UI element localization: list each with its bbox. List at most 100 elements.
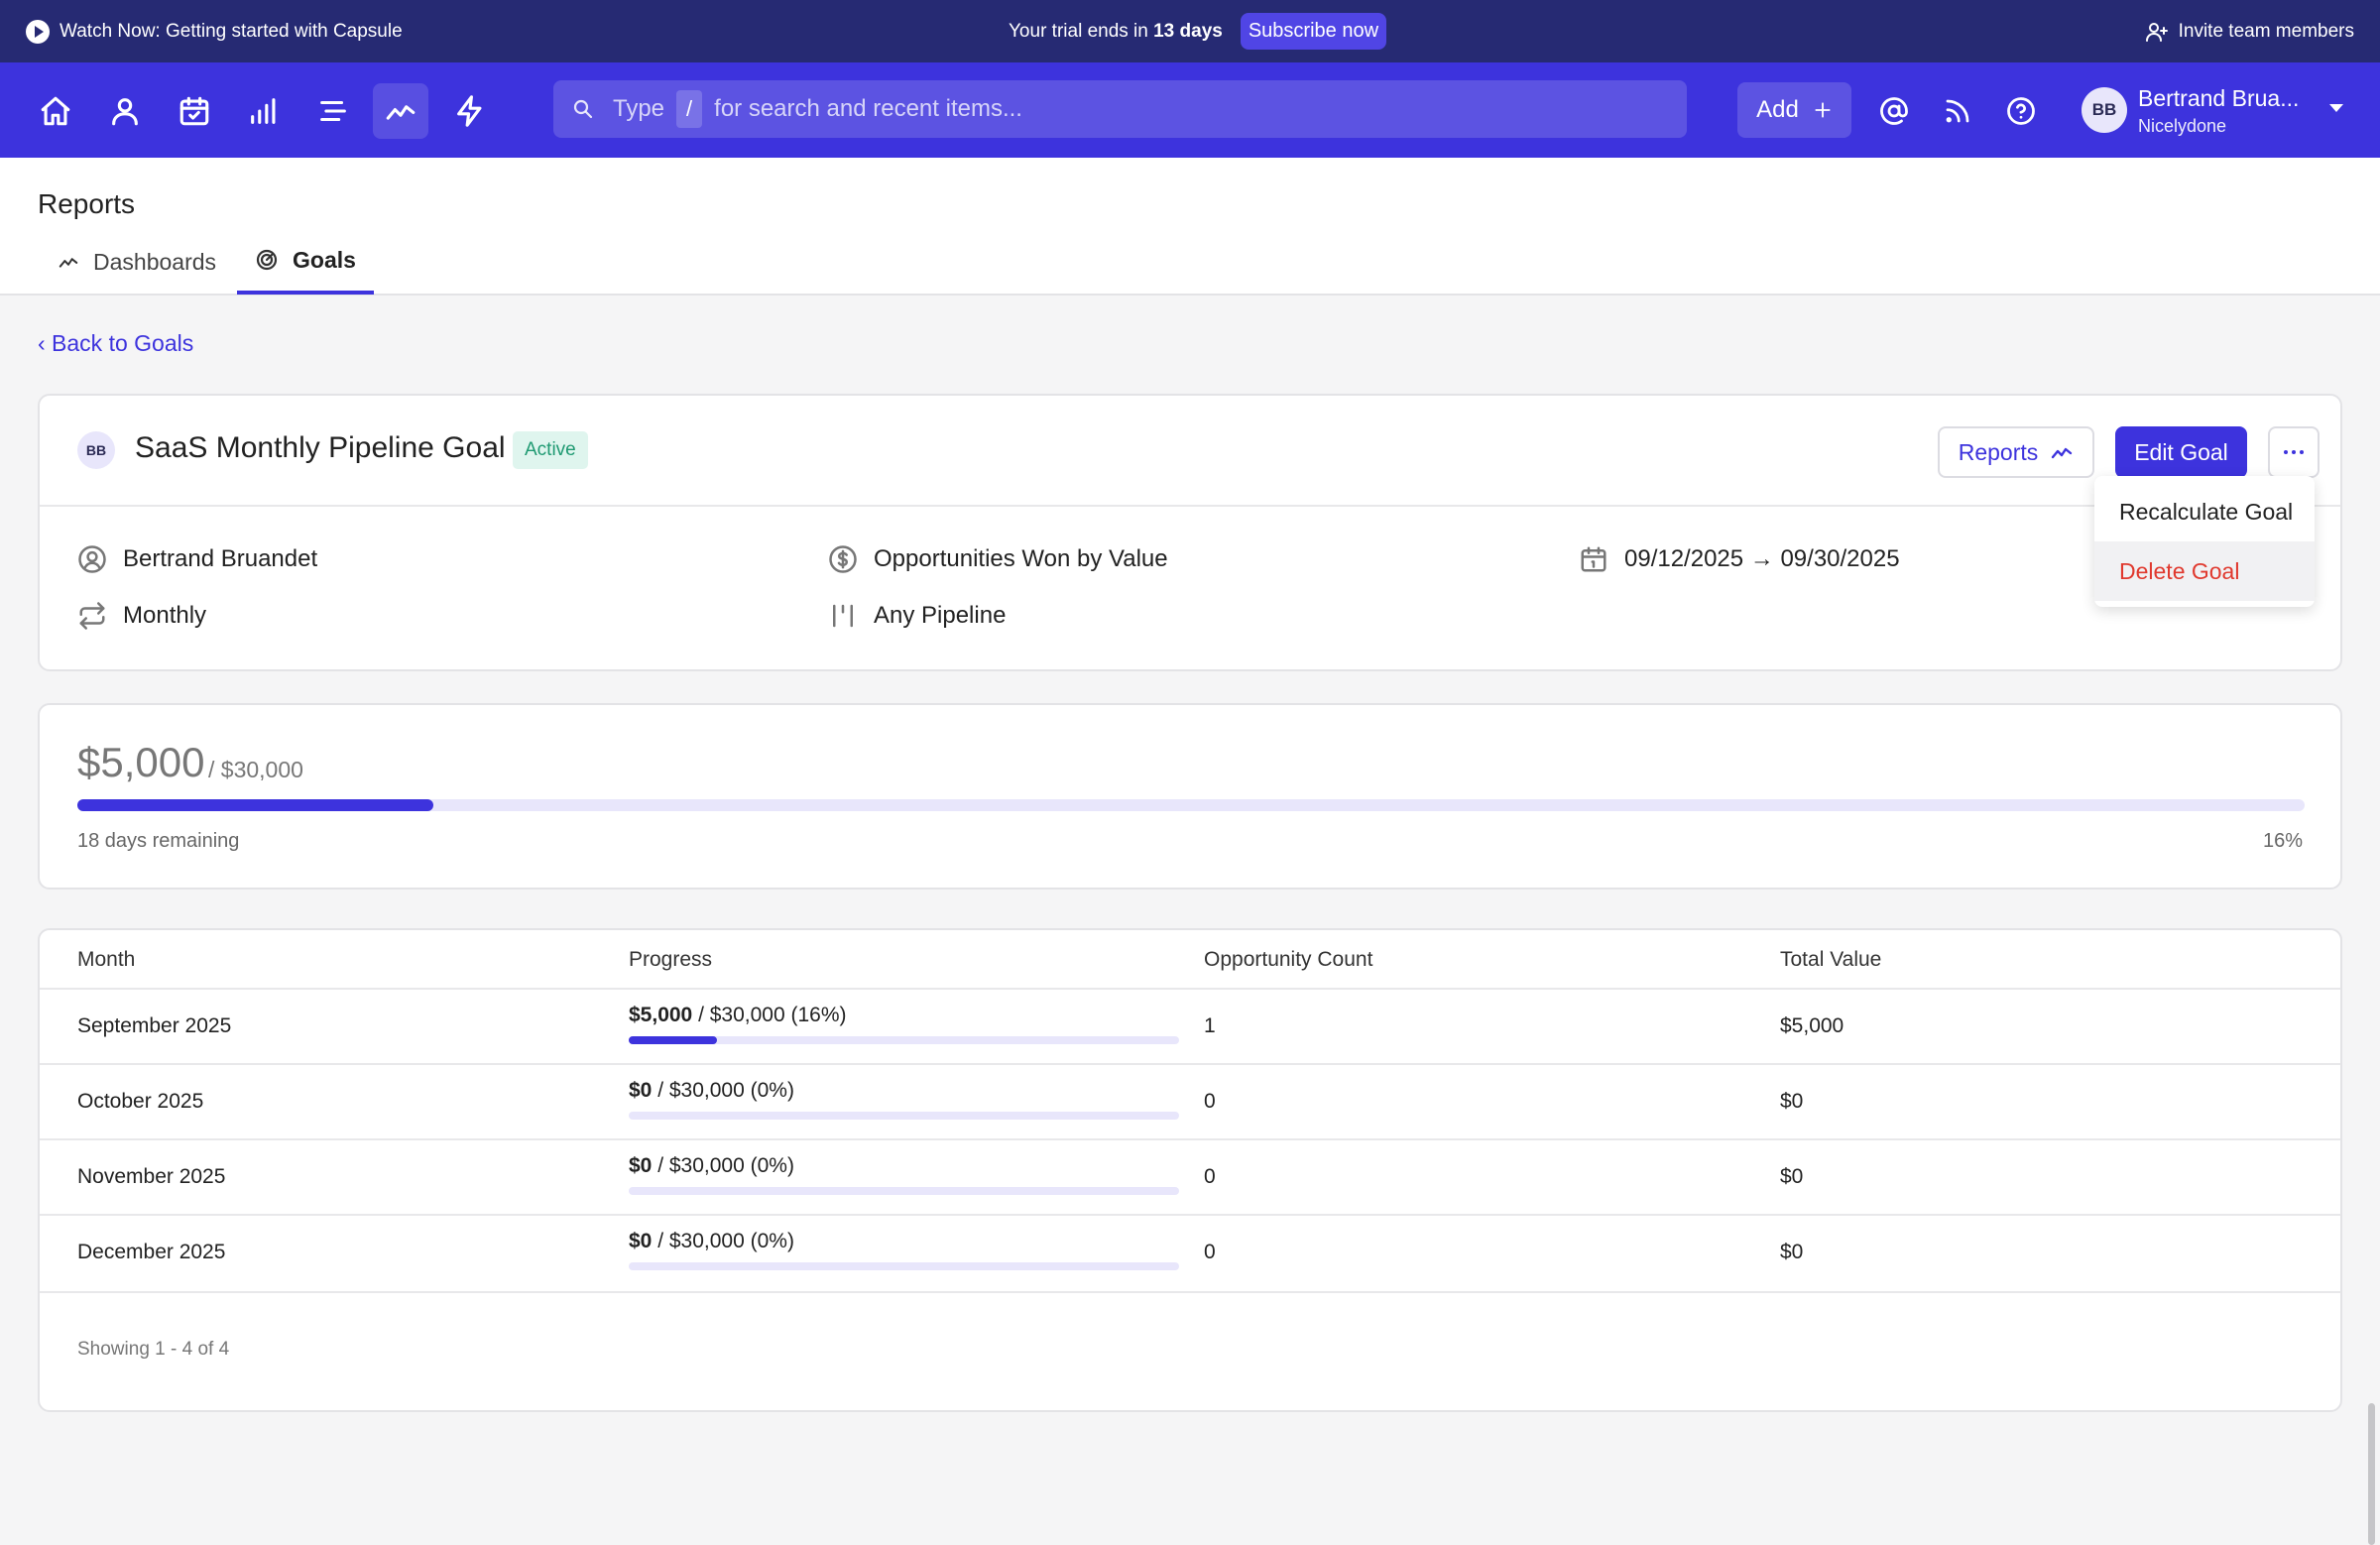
search-icon	[573, 99, 593, 119]
nav-workflow[interactable]	[442, 83, 498, 139]
nav-pipeline[interactable]	[236, 83, 292, 139]
user-circle-icon	[78, 545, 106, 573]
table-row: November 2025 $0 / $30,000 (0%) 0 $0	[40, 1138, 2340, 1214]
value-cell: $0	[1780, 1241, 1804, 1263]
user-menu[interactable]: Bertrand Brua... Nicelydone	[2138, 85, 2299, 137]
value-cell: $5,000	[1780, 1014, 1844, 1037]
goal-owner-name: Bertrand Bruandet	[123, 545, 318, 572]
page-header: Reports Dashboards Goals	[0, 158, 2380, 296]
nav-calendar[interactable]	[167, 83, 222, 139]
subscribe-button[interactable]: Subscribe now	[1240, 13, 1387, 50]
progress-cell: $0 / $30,000 (0%)	[629, 1079, 794, 1102]
trend-line-icon	[2052, 447, 2073, 459]
goal-details-card: BB SaaS Monthly Pipeline Goal Active Rep…	[38, 394, 2342, 671]
month-cell: December 2025	[77, 1241, 226, 1263]
trend-line-icon	[386, 105, 416, 120]
monthly-breakdown-table: Month Progress Opportunity Count Total V…	[38, 928, 2342, 1412]
dollar-circle-icon	[829, 545, 857, 573]
chevron-down-icon[interactable]	[2329, 104, 2343, 112]
goal-date-range: 09/12/2025 → 09/30/2025	[1579, 544, 1900, 574]
goal-date-range-label: 09/12/2025 → 09/30/2025	[1624, 545, 1900, 572]
invite-label: Invite team members	[2178, 20, 2354, 42]
nav-projects[interactable]	[305, 83, 361, 139]
page-title: Reports	[38, 188, 136, 219]
help-icon	[2007, 97, 2035, 125]
mentions-button[interactable]	[1866, 83, 1922, 139]
nav-reports[interactable]	[373, 83, 428, 139]
watch-now-label: Watch Now: Getting started with Capsule	[60, 20, 403, 42]
goal-frequency: Monthly	[77, 601, 206, 631]
page-scrollbar[interactable]	[2368, 1403, 2375, 1545]
goal-pipeline-label: Any Pipeline	[874, 602, 1007, 629]
trial-notice: Your trial ends in 13 days Subscribe now	[1009, 0, 1387, 62]
goal-pipeline: Any Pipeline	[828, 601, 1006, 631]
nav-people[interactable]	[97, 83, 153, 139]
search-input[interactable]: Type / for search and recent items...	[553, 80, 1687, 138]
target-icon	[256, 249, 278, 271]
count-cell: 0	[1204, 1165, 1216, 1188]
status-badge: Active	[513, 431, 588, 469]
more-options-button[interactable]	[2268, 426, 2320, 478]
progress-amount: $5,000	[77, 739, 205, 785]
tab-label: Goals	[293, 246, 356, 273]
column-header-value: Total Value	[1780, 948, 1882, 971]
watch-now-link[interactable]: Watch Now: Getting started with Capsule	[26, 0, 403, 62]
row-progress-fill	[629, 1036, 717, 1044]
repeat-icon	[79, 602, 105, 630]
pagination-summary: Showing 1 - 4 of 4	[77, 1339, 230, 1360]
reports-label: Reports	[1958, 438, 2039, 465]
progress-target: / $30,000	[208, 757, 303, 782]
trial-banner: Watch Now: Getting started with Capsule …	[0, 0, 2380, 62]
tab-goals[interactable]: Goals	[237, 229, 374, 295]
goal-metric-label: Opportunities Won by Value	[874, 545, 1168, 572]
count-cell: 0	[1204, 1090, 1216, 1113]
progress-bar	[77, 799, 2305, 811]
add-label: Add	[1756, 96, 1799, 123]
feed-button[interactable]	[1930, 83, 1985, 139]
goal-name: SaaS Monthly Pipeline Goal	[135, 431, 506, 464]
column-header-progress: Progress	[629, 948, 713, 971]
goal-progress-card: $5,000 / $30,000 18 days remaining 16%	[38, 703, 2342, 890]
edit-goal-button[interactable]: Edit Goal	[2115, 426, 2247, 478]
progress-cell: $0 / $30,000 (0%)	[629, 1154, 794, 1177]
row-progress-bar	[629, 1036, 1179, 1044]
month-cell: October 2025	[77, 1090, 204, 1113]
plus-icon	[1815, 102, 1831, 118]
recalculate-goal-item[interactable]: Recalculate Goal	[2094, 482, 2315, 541]
add-user-icon	[2145, 22, 2168, 42]
add-button[interactable]: Add	[1737, 82, 1851, 138]
row-progress-bar	[629, 1262, 1179, 1270]
lightning-icon	[457, 95, 482, 127]
progress-percent: 16%	[2262, 830, 2303, 852]
goal-owner-avatar: BB	[77, 431, 115, 469]
tab-dashboards[interactable]: Dashboards	[40, 229, 234, 295]
month-cell: September 2025	[77, 1014, 232, 1037]
goal-metric: Opportunities Won by Value	[828, 544, 1168, 574]
person-icon	[112, 98, 138, 126]
home-icon	[41, 96, 70, 126]
table-row: October 2025 $0 / $30,000 (0%) 0 $0	[40, 1063, 2340, 1138]
user-avatar[interactable]: BB	[2082, 87, 2127, 133]
progress-bar-fill	[77, 799, 434, 811]
goal-header: BB SaaS Monthly Pipeline Goal Active Rep…	[40, 396, 2340, 507]
back-to-goals-link[interactable]: ‹ Back to Goals	[38, 330, 193, 357]
table-row: September 2025 $5,000 / $30,000 (16%) 1 …	[40, 988, 2340, 1063]
reports-button[interactable]: Reports	[1938, 426, 2094, 478]
table-row: December 2025 $0 / $30,000 (0%) 0 $0	[40, 1214, 2340, 1289]
delete-goal-item[interactable]: Delete Goal	[2094, 541, 2315, 601]
trial-text: Your trial ends in 13 days	[1009, 20, 1223, 42]
value-cell: $0	[1780, 1165, 1804, 1188]
help-button[interactable]	[1993, 83, 2049, 139]
row-progress-bar	[629, 1112, 1179, 1120]
calendar-icon	[1581, 546, 1606, 572]
goal-owner: Bertrand Bruandet	[77, 544, 317, 574]
play-icon	[26, 19, 50, 44]
invite-team-button[interactable]: Invite team members	[2145, 0, 2354, 62]
search-prefix: Type	[613, 95, 665, 122]
search-placeholder: for search and recent items...	[714, 95, 1022, 122]
at-sign-icon	[1880, 97, 1908, 125]
bar-chart-icon	[251, 98, 276, 124]
nav-home[interactable]	[28, 83, 83, 139]
pipeline-icon	[833, 604, 853, 628]
month-cell: November 2025	[77, 1165, 226, 1188]
